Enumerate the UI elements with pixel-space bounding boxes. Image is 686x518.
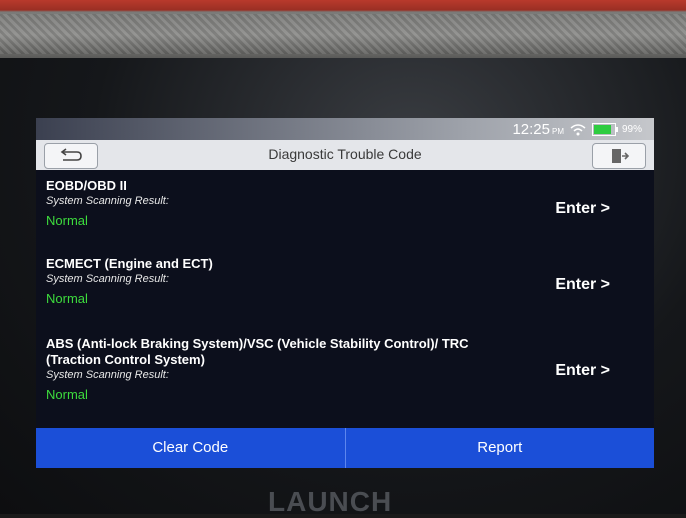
battery-percent: 99% [621, 124, 642, 135]
clear-code-button[interactable]: Clear Code [36, 428, 345, 468]
list-item[interactable]: ECMECT (Engine and ECT) System Scanning … [36, 256, 654, 308]
status-indicators: 12:25 PM 99% [512, 121, 642, 138]
page-title: Diagnostic Trouble Code [268, 146, 422, 162]
device-frame-top [0, 0, 686, 58]
list-item[interactable]: EOBD/OBD II System Scanning Result: Norm… [36, 178, 654, 230]
scan-status: Normal [46, 387, 88, 402]
enter-button[interactable]: Enter > [555, 200, 610, 218]
battery-icon [591, 123, 618, 136]
system-name: ECMECT (Engine and ECT) [46, 256, 213, 271]
system-name: ABS (Anti-lock Braking System)/VSC (Vehi… [46, 336, 469, 367]
clock: 12:25 PM [512, 121, 564, 138]
exit-button[interactable] [592, 143, 646, 169]
action-bar: Clear Code Report [36, 428, 654, 468]
status-bar: 12:25 PM 99% [36, 118, 654, 140]
brand-logo: LAUNCH [268, 486, 393, 517]
enter-button[interactable]: Enter > [555, 362, 610, 380]
list-item[interactable]: ABS (Anti-lock Braking System)/VSC (Vehi… [36, 336, 654, 404]
report-button[interactable]: Report [346, 428, 655, 468]
app-screen: 12:25 PM 99% Diagnostic Trouble Code EOB… [36, 118, 654, 468]
enter-button[interactable]: Enter > [555, 276, 610, 294]
system-list: EOBD/OBD II System Scanning Result: Norm… [36, 170, 654, 428]
system-name: EOBD/OBD II [46, 178, 127, 193]
exit-icon [612, 149, 630, 163]
wifi-icon [570, 123, 586, 135]
title-bar: Diagnostic Trouble Code [36, 140, 654, 170]
